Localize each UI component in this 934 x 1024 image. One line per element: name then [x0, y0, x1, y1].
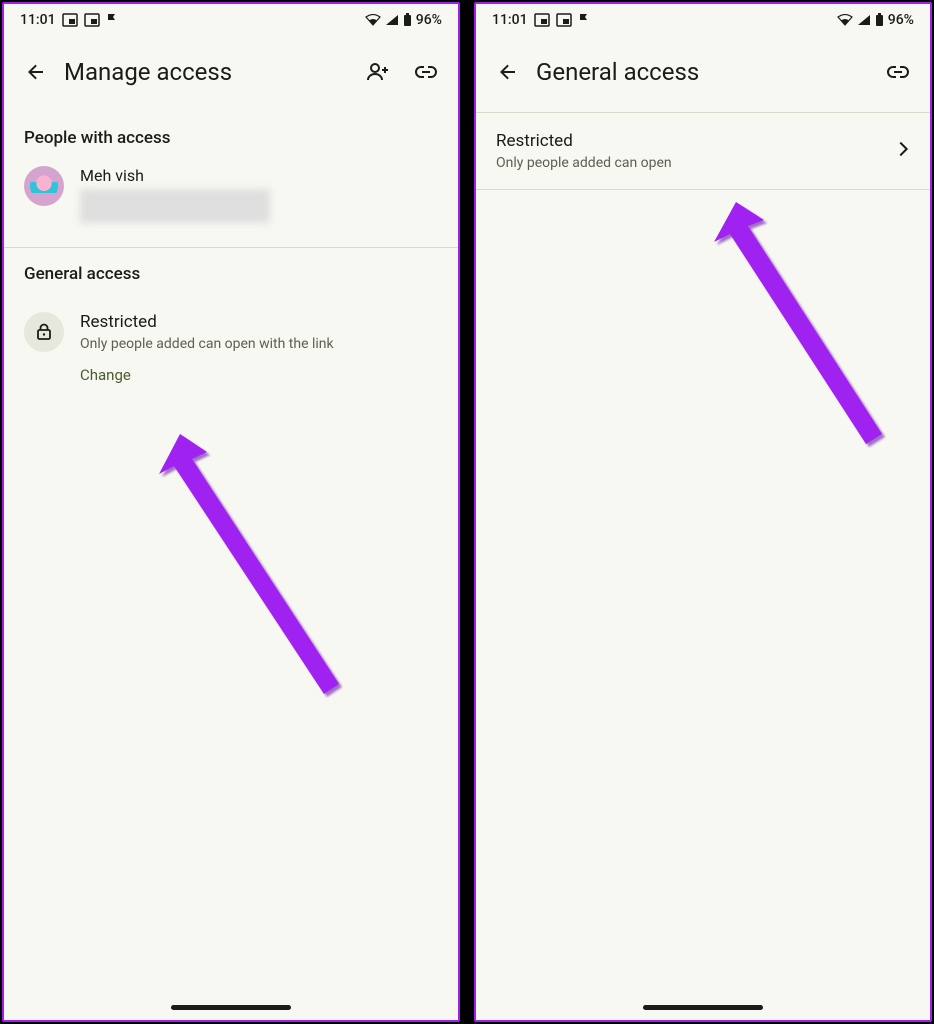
- phone-manage-access: 11:01 96% Man: [2, 2, 460, 1022]
- app-bar: Manage access: [4, 32, 458, 112]
- restricted-option[interactable]: Restricted Only people added can open: [476, 113, 930, 189]
- general-access-title: Restricted: [80, 312, 334, 332]
- general-access-row[interactable]: Restricted Only people added can open wi…: [4, 292, 458, 396]
- divider: [476, 189, 930, 190]
- section-general-access: General access: [4, 248, 458, 292]
- chevron-right-icon: [892, 138, 914, 164]
- person-email-redacted: [80, 189, 270, 223]
- flag-icon: [578, 13, 590, 27]
- status-bar: 11:01 96%: [476, 4, 930, 32]
- wifi-icon: [365, 14, 381, 26]
- phone-general-access: 11:01 96% Gen: [474, 2, 932, 1022]
- status-battery-pct: 96%: [416, 12, 442, 28]
- person-row[interactable]: Meh vish: [4, 156, 458, 239]
- arrow-back-icon: [496, 60, 520, 84]
- home-indicator[interactable]: [171, 1005, 291, 1010]
- signal-icon: [385, 14, 399, 26]
- lock-circle: [24, 312, 64, 352]
- pip-icon-1: [62, 13, 78, 27]
- status-time: 11:01: [492, 12, 528, 28]
- general-access-subtitle: Only people added can open with the link: [80, 336, 334, 352]
- pip-icon-2: [84, 13, 100, 27]
- section-people-with-access: People with access: [4, 112, 458, 156]
- arrow-back-icon: [24, 60, 48, 84]
- page-title: General access: [532, 58, 874, 86]
- option-subtitle: Only people added can open: [496, 155, 892, 171]
- lock-icon: [34, 322, 54, 342]
- link-icon: [886, 60, 910, 84]
- page-title: Manage access: [60, 58, 354, 86]
- signal-icon: [857, 14, 871, 26]
- battery-icon: [403, 13, 412, 27]
- annotation-arrow: [706, 184, 906, 468]
- status-bar: 11:01 96%: [4, 4, 458, 32]
- back-button[interactable]: [484, 48, 532, 96]
- option-title: Restricted: [496, 131, 892, 151]
- pip-icon-2: [556, 13, 572, 27]
- app-bar: General access: [476, 32, 930, 112]
- battery-icon: [875, 13, 884, 27]
- add-person-button[interactable]: [354, 48, 402, 96]
- avatar: [24, 166, 64, 206]
- change-link[interactable]: Change: [80, 366, 334, 392]
- flag-icon: [106, 13, 118, 27]
- status-time: 11:01: [20, 12, 56, 28]
- annotation-arrow: [144, 414, 364, 718]
- person-add-icon: [366, 60, 390, 84]
- copy-link-button[interactable]: [874, 48, 922, 96]
- link-icon: [414, 60, 438, 84]
- person-name: Meh vish: [80, 166, 270, 185]
- wifi-icon: [837, 14, 853, 26]
- pip-icon-1: [534, 13, 550, 27]
- copy-link-button[interactable]: [402, 48, 450, 96]
- back-button[interactable]: [12, 48, 60, 96]
- status-battery-pct: 96%: [888, 12, 914, 28]
- home-indicator[interactable]: [643, 1005, 763, 1010]
